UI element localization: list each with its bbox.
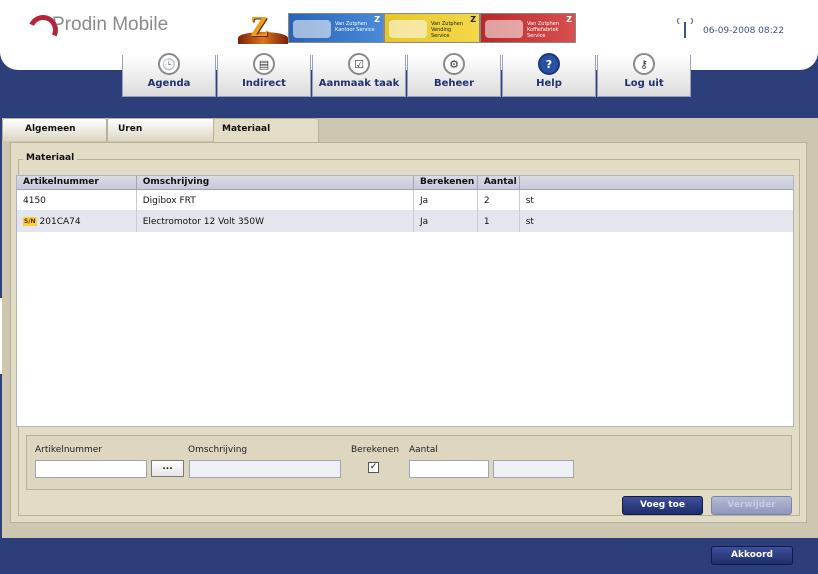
nav-label: Log uit [624, 78, 664, 89]
nav-agenda-button[interactable]: 🕒 Agenda [122, 53, 216, 97]
cell-berekenen: Ja [414, 190, 478, 211]
column-header-eenheid [520, 176, 793, 190]
prodin-logo-icon [28, 15, 48, 35]
nav-help-button[interactable]: ? Help [502, 53, 596, 97]
nav-label: Help [536, 78, 562, 89]
add-material-form: Artikelnummer Omschrijving Berekenen Aan… [26, 435, 792, 490]
column-header-berekenen[interactable]: Berekenen [414, 176, 478, 190]
key-icon: ⚷ [633, 53, 655, 75]
nav-log-uit-button[interactable]: ⚷ Log uit [597, 53, 691, 97]
berekenen-label: Berekenen [351, 445, 400, 455]
column-header-omschrijving[interactable]: Omschrijving [137, 176, 414, 190]
banner-panel-koffie: Z Van Zutphen Koffiefabriek Service [480, 13, 576, 43]
cell-omschrijving: Digibox FRT [137, 190, 414, 211]
serial-number-badge-icon: S/N [23, 217, 37, 226]
column-header-artikelnummer[interactable]: Artikelnummer [17, 176, 137, 190]
omschrijving-label: Omschrijving [188, 445, 248, 455]
document-icon: ▤ [253, 53, 275, 75]
browse-button[interactable]: ... [151, 460, 184, 477]
banner-panel-kantoor: Z Van Zutphen Kantoor Service [288, 13, 384, 43]
cell-aantal: 1 [478, 211, 520, 232]
cell-artikelnummer: 4150 [17, 190, 137, 211]
omschrijving-field [189, 460, 341, 478]
artikelnummer-input[interactable] [35, 460, 147, 478]
group-title: Materiaal [23, 153, 78, 163]
app-logo: Prodin Mobile [28, 14, 168, 36]
signal-icon [677, 16, 693, 38]
cell-artikelnummer: S/N 201CA74 [17, 211, 137, 232]
artikelnummer-label: Artikelnummer [35, 445, 102, 455]
app-name: Prodin Mobile [52, 14, 169, 35]
column-header-aantal[interactable]: Aantal [478, 176, 520, 190]
aantal-label: Aantal [409, 445, 438, 455]
nav-label: Aanmaak taak [318, 78, 400, 89]
cell-eenheid: st [525, 196, 534, 206]
tab-materiaal[interactable]: Materiaal [213, 118, 319, 143]
datetime: 06-09-2008 08:22 [703, 26, 785, 36]
cell-aantal: 2 [478, 190, 520, 211]
table-header: Artikelnummer Omschrijving Berekenen Aan… [17, 176, 793, 190]
eenheid-field [493, 460, 574, 478]
nav-aanmaak-taak-button[interactable]: ☑ Aanmaak taak [312, 53, 406, 97]
aantal-input[interactable] [409, 460, 489, 478]
nav-label: Agenda [147, 78, 191, 89]
nav-label: Beheer [433, 78, 475, 89]
nav-beheer-button[interactable]: ⚙ Beheer [407, 53, 501, 97]
berekenen-checkbox[interactable]: ✓ [368, 462, 379, 473]
table-row[interactable]: 4150 Digibox FRT Ja 2 st [17, 190, 793, 211]
nav-label: Indirect [242, 78, 286, 89]
cell-eenheid: st [525, 217, 534, 227]
add-button[interactable]: Voeg toe [622, 496, 703, 515]
gear-icon: ⚙ [443, 53, 465, 75]
table-row[interactable]: S/N 201CA74 Electromotor 12 Volt 350W Ja … [17, 211, 793, 232]
nav-indirect-button[interactable]: ▤ Indirect [217, 53, 311, 97]
cell-berekenen: Ja [414, 211, 478, 232]
cell-omschrijving: Electromotor 12 Volt 350W [137, 211, 414, 232]
ok-button[interactable]: Akkoord [711, 546, 793, 565]
materials-table: Artikelnummer Omschrijving Berekenen Aan… [16, 175, 794, 427]
tab-uren[interactable]: Uren [107, 118, 215, 141]
banner-panel-vending: Z Van Zutphen Vending Service [384, 13, 480, 43]
z-emblem-icon: Z [238, 10, 288, 44]
checklist-icon: ☑ [348, 53, 370, 75]
tab-algemeen[interactable]: Algemeen [2, 118, 107, 141]
clock-icon: 🕒 [158, 53, 180, 75]
remove-button[interactable]: Verwijder [711, 496, 792, 515]
brand-banner: Z Z Van Zutphen Kantoor Service Z Van Zut… [238, 10, 576, 44]
help-icon: ? [538, 53, 560, 75]
